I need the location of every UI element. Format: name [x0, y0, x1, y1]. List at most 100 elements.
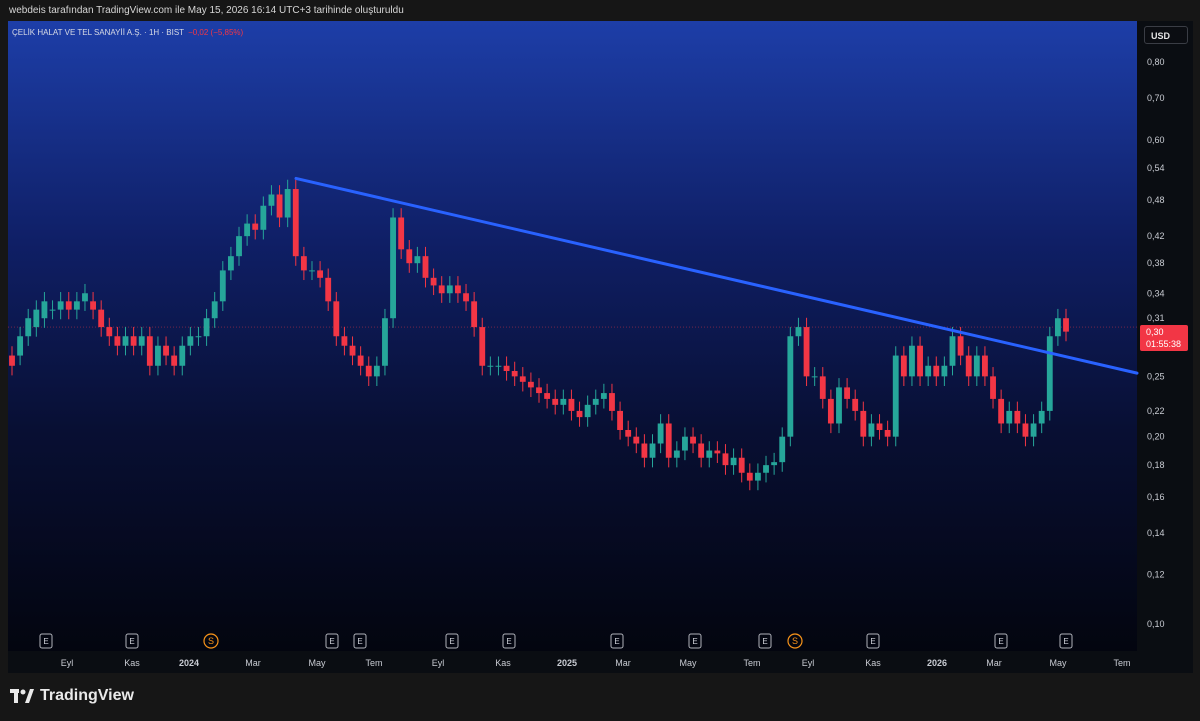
y-tick-label: 0,22	[1147, 406, 1165, 416]
earnings-event-label: E	[129, 637, 134, 646]
candle-down	[690, 436, 696, 444]
candle-up	[73, 301, 80, 310]
candle-up	[1054, 318, 1061, 337]
candle-up	[892, 355, 899, 437]
y-tick-label: 0,70	[1147, 93, 1165, 103]
candle-down	[625, 429, 632, 437]
candle-up	[836, 387, 842, 424]
candle-down	[349, 345, 356, 356]
split-event-label: S	[792, 636, 798, 646]
currency-button[interactable]: USD	[1144, 26, 1188, 44]
candle-up	[373, 365, 380, 377]
candle-up	[179, 345, 186, 366]
candle-down	[827, 398, 834, 424]
candle-up	[82, 293, 88, 302]
x-tick-label: Kas	[124, 658, 140, 668]
candle-down	[576, 410, 583, 418]
candle-up	[227, 256, 234, 271]
candle-up	[446, 285, 453, 294]
candle-up	[973, 355, 980, 377]
candle-up	[244, 223, 251, 237]
earnings-event-label: E	[449, 637, 454, 646]
x-tick-label: Tem	[1113, 658, 1130, 668]
candle-down	[146, 336, 153, 366]
candle-down	[398, 217, 405, 250]
candle-up	[487, 365, 494, 367]
candle-up	[260, 205, 267, 230]
earnings-event-label: E	[870, 637, 875, 646]
candle-up	[1038, 410, 1045, 424]
candle-up	[649, 443, 656, 458]
earnings-event-label: E	[329, 637, 334, 646]
candle-up	[754, 472, 761, 481]
candle-down	[714, 450, 721, 454]
brand-name: TradingView	[40, 687, 134, 704]
symbol-legend[interactable]: ÇELİK HALAT VE TEL SANAYİİ A.Ş. · 1H · B…	[12, 28, 243, 37]
y-tick-label: 0,80	[1147, 57, 1165, 67]
candle-down	[1014, 410, 1021, 424]
candle-up	[211, 301, 218, 319]
candle-up	[787, 336, 794, 437]
candle-up	[155, 345, 161, 366]
candle-down	[617, 410, 623, 430]
candle-up	[682, 436, 688, 451]
candle-up	[187, 336, 194, 346]
x-tick-label: Tem	[365, 658, 382, 668]
x-tick-label: Mar	[986, 658, 1002, 668]
candle-down	[163, 345, 169, 356]
candle-up	[1046, 336, 1053, 411]
candle-up	[414, 256, 421, 264]
candle-down	[519, 376, 526, 382]
candle-up	[284, 189, 291, 218]
candle-up	[771, 462, 778, 466]
price-change: −0,02 (−5,85%)	[188, 28, 244, 37]
candle-down	[365, 365, 372, 377]
tradingview-logo[interactable]: TradingView	[10, 687, 134, 705]
candle-down	[876, 423, 883, 430]
x-tick-label: May	[308, 658, 326, 668]
y-tick-label: 0,31	[1147, 313, 1165, 323]
candle-up	[909, 345, 915, 377]
candlestick-chart: 0,80 0,70 0,60 0,54 0,48 0,42 0,38 0,34 0,31 0,25…	[8, 57, 1165, 668]
candle-down	[65, 301, 72, 310]
candle-down	[406, 249, 413, 264]
candle-down	[917, 345, 923, 377]
candle-up	[592, 398, 599, 405]
candle-down	[171, 355, 178, 366]
earnings-event-label: E	[506, 637, 511, 646]
x-tick-label: Kas	[865, 658, 881, 668]
candle-down	[430, 277, 437, 286]
candle-up	[57, 301, 64, 310]
candle-up	[195, 336, 202, 338]
candle-down	[900, 355, 907, 377]
candle-down	[511, 371, 518, 377]
candle-up	[1006, 410, 1013, 424]
candle-up	[600, 393, 607, 399]
candle-down	[544, 393, 551, 399]
earnings-event-label: E	[762, 637, 767, 646]
x-tick-label: Tem	[743, 658, 760, 668]
candle-down	[965, 355, 972, 377]
candle-up	[49, 309, 56, 311]
tradingview-logo-icon	[10, 689, 34, 703]
candle-up	[779, 436, 786, 463]
candle-down	[317, 270, 324, 278]
x-tick-label: May	[1049, 658, 1067, 668]
candle-up	[811, 376, 818, 378]
candle-up	[382, 318, 388, 366]
candle-down	[933, 365, 940, 377]
symbol-info: ÇELİK HALAT VE TEL SANAYİİ A.Ş. · 1H · B…	[12, 28, 185, 37]
candle-down	[527, 381, 534, 388]
candle-down	[641, 443, 648, 458]
y-tick-label: 0,60	[1147, 135, 1165, 145]
candle-down	[341, 336, 348, 346]
candle-up	[763, 465, 769, 473]
x-tick-label: 2024	[179, 658, 199, 668]
candle-down	[333, 301, 340, 337]
candle-down	[746, 472, 753, 481]
candle-down	[276, 194, 283, 218]
candle-up	[203, 318, 210, 337]
candle-down	[479, 327, 486, 366]
candle-down	[884, 429, 891, 437]
bar-countdown: 01:55:38	[1146, 339, 1182, 349]
